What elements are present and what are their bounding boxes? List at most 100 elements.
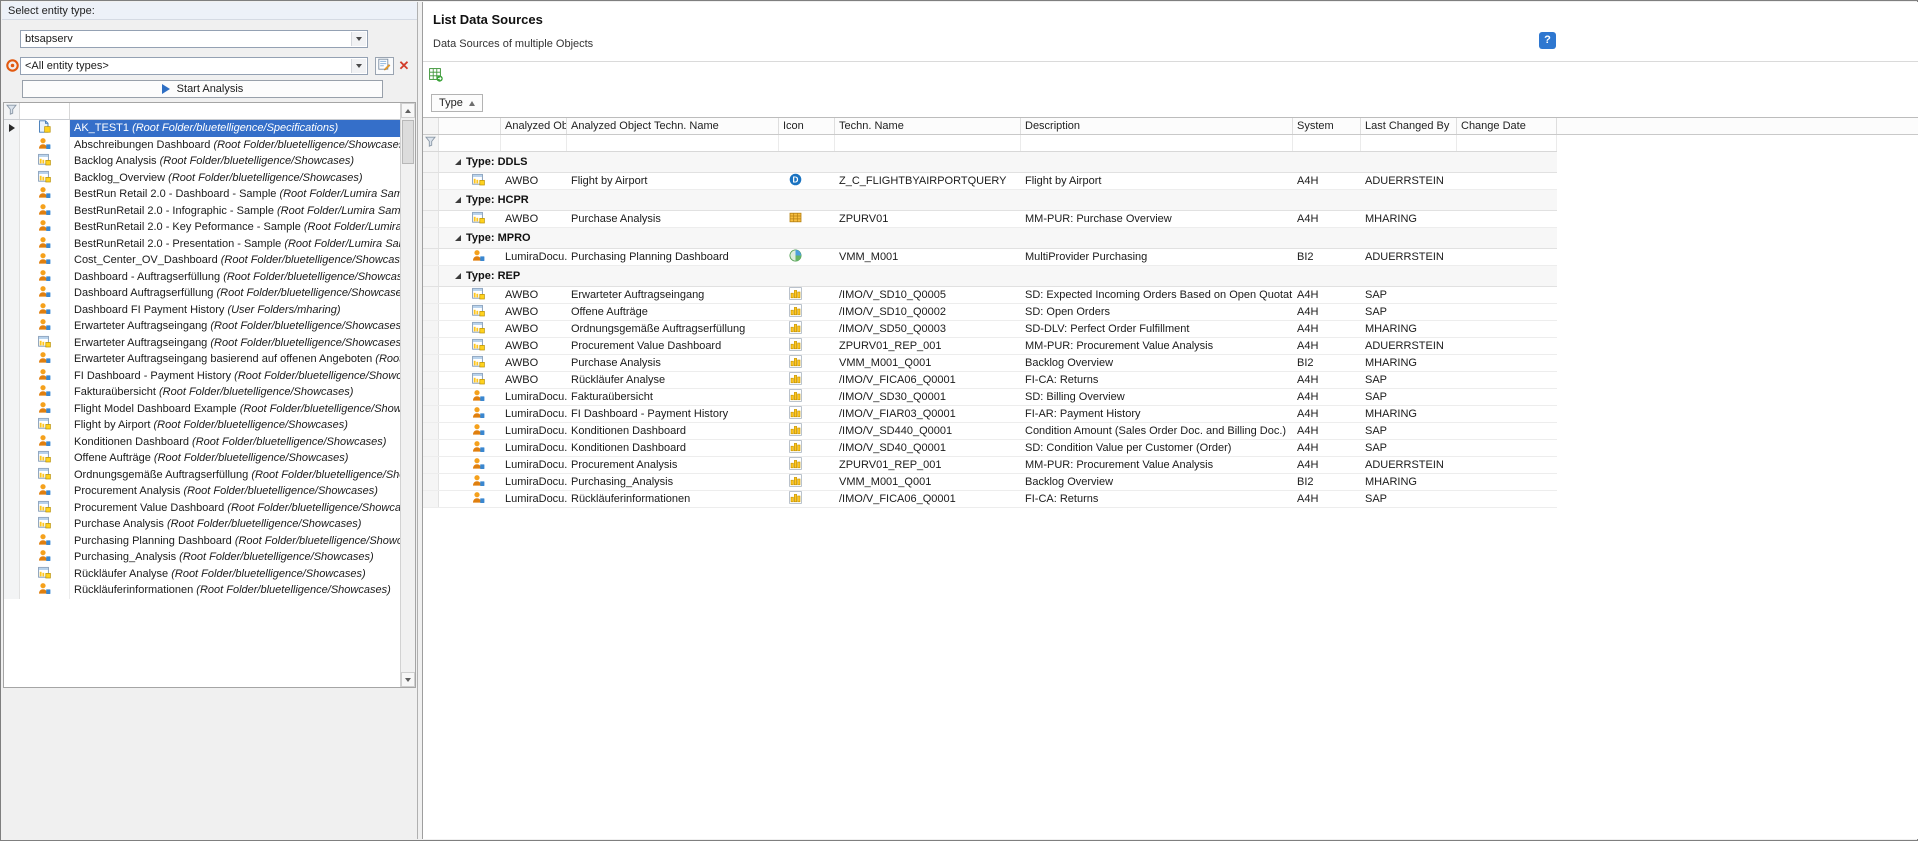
filter-cell[interactable] (1293, 135, 1361, 151)
group-row[interactable]: Type: HCPR (423, 190, 1557, 211)
entity-list-item[interactable]: BestRun Retail 2.0 - Dashboard - Sample … (4, 186, 400, 203)
column-header-analyzed-object-techn-name[interactable]: Analyzed Object Techn. Name (567, 118, 779, 134)
table-row[interactable]: AWBOPurchase AnalysisZPURV01MM-PUR: Purc… (423, 211, 1557, 228)
chevron-down-icon[interactable] (351, 59, 366, 73)
row-indicator-cell (4, 285, 20, 302)
filter-cell[interactable] (1457, 135, 1557, 151)
entity-list-item[interactable]: Dashboard FI Payment History (User Folde… (4, 302, 400, 319)
entity-list-item[interactable]: AK_TEST1 (Root Folder/bluetelligence/Spe… (4, 120, 400, 137)
cell-type-icon (779, 491, 835, 507)
entity-list-item[interactable]: Fakturaübersicht (Root Folder/bluetellig… (4, 384, 400, 401)
group-by-type-chip[interactable]: Type (431, 94, 483, 112)
filter-cell[interactable] (501, 135, 567, 151)
chevron-down-icon[interactable] (351, 32, 366, 46)
system-combo[interactable]: btsapserv (20, 30, 368, 48)
cell-last-changed-by: SAP (1361, 491, 1457, 507)
entity-list-item[interactable]: BestRunRetail 2.0 - Key Peformance - Sam… (4, 219, 400, 236)
entity-path: (Root Folder/bluetelligence/Showcases) (210, 320, 400, 332)
filter-cell[interactable] (1021, 135, 1293, 151)
filter-cell[interactable] (779, 135, 835, 151)
entity-list-item[interactable]: Erwarteter Auftragseingang (Root Folder/… (4, 335, 400, 352)
export-excel-icon[interactable] (429, 68, 445, 84)
column-header-techn-name[interactable]: Techn. Name (835, 118, 1021, 134)
object-icon-cell (20, 285, 70, 302)
column-header-last-changed-by[interactable]: Last Changed By (1361, 118, 1457, 134)
entity-list-item[interactable]: Procurement Analysis (Root Folder/bluete… (4, 483, 400, 500)
table-row[interactable]: AWBOProcurement Value DashboardZPURV01_R… (423, 338, 1557, 355)
table-row[interactable]: LumiraDocu...Konditionen Dashboard/IMO/V… (423, 440, 1557, 457)
entity-list-item[interactable]: Purchasing_Analysis (Root Folder/bluetel… (4, 549, 400, 566)
entity-type-combo[interactable]: <All entity types> (20, 57, 368, 75)
scroll-up-button[interactable] (401, 103, 415, 118)
table-row[interactable]: LumiraDocu...Konditionen Dashboard/IMO/V… (423, 423, 1557, 440)
entity-list-item[interactable]: BestRunRetail 2.0 - Presentation - Sampl… (4, 236, 400, 253)
entity-list-item[interactable]: BestRunRetail 2.0 - Infographic - Sample… (4, 203, 400, 220)
column-header-description[interactable]: Description (1021, 118, 1293, 134)
entity-list-item[interactable]: Ordnungsgemäße Auftragserfüllung (Root F… (4, 467, 400, 484)
column-header-icon[interactable]: Icon (779, 118, 835, 134)
column-header-change-date[interactable]: Change Date (1457, 118, 1557, 134)
vertical-scrollbar[interactable] (400, 103, 415, 687)
entity-list-item[interactable]: Erwarteter Auftragseingang (Root Folder/… (4, 318, 400, 335)
column-header-analyzed-ob[interactable]: Analyzed Ob... (501, 118, 567, 134)
row-indicator-cell (423, 372, 439, 388)
row-indicator-cell (4, 533, 20, 550)
entity-list-item[interactable]: Flight Model Dashboard Example (Root Fol… (4, 401, 400, 418)
entity-list-item[interactable]: Abschreibungen Dashboard (Root Folder/bl… (4, 137, 400, 154)
column-header-system[interactable]: System (1293, 118, 1361, 134)
scroll-thumb[interactable] (402, 120, 414, 164)
table-row[interactable]: LumiraDocu...FI Dashboard - Payment Hist… (423, 406, 1557, 423)
table-row[interactable]: AWBORückläufer Analyse/IMO/V_FICA06_Q000… (423, 372, 1557, 389)
entity-list-item[interactable]: Backlog Analysis (Root Folder/bluetellig… (4, 153, 400, 170)
entity-list-item[interactable]: Dashboard - Auftragserfüllung (Root Fold… (4, 269, 400, 286)
table-row[interactable]: LumiraDocu...Fakturaübersicht/IMO/V_SD30… (423, 389, 1557, 406)
lumira-document-icon (472, 389, 485, 405)
group-content: Type: HCPR (439, 194, 529, 206)
entity-list-item[interactable]: Rückläufer Analyse (Root Folder/bluetell… (4, 566, 400, 583)
entity-list-item[interactable]: Dashboard Auftragserfüllung (Root Folder… (4, 285, 400, 302)
table-row[interactable]: LumiraDocu...Rückläuferinformationen/IMO… (423, 491, 1557, 508)
entity-list-item[interactable]: Backlog_Overview (Root Folder/bluetellig… (4, 170, 400, 187)
filter-cell[interactable] (567, 135, 779, 151)
entity-list-item[interactable]: Rückläuferinformationen (Root Folder/blu… (4, 582, 400, 599)
entity-list-item[interactable]: Offene Aufträge (Root Folder/bluetellige… (4, 450, 400, 467)
table-row[interactable]: AWBOFlight by AirportDZ_C_FLIGHTBYAIRPOR… (423, 173, 1557, 190)
entity-list-item[interactable]: Purchasing Planning Dashboard (Root Fold… (4, 533, 400, 550)
clear-entity-types-button[interactable]: ✕ (396, 57, 412, 75)
filter-cell[interactable] (1361, 135, 1457, 151)
table-row[interactable]: AWBOErwarteter Auftragseingang/IMO/V_SD1… (423, 287, 1557, 304)
table-row[interactable]: AWBOOrdnungsgemäße Auftragserfüllung/IMO… (423, 321, 1557, 338)
table-row[interactable]: AWBOOffene Aufträge/IMO/V_SD10_Q0002SD: … (423, 304, 1557, 321)
group-row[interactable]: Type: MPRO (423, 228, 1557, 249)
edit-entity-types-button[interactable] (375, 57, 394, 75)
table-row[interactable]: LumiraDocu...Purchasing_AnalysisVMM_M001… (423, 474, 1557, 491)
column-header-blank[interactable] (439, 118, 501, 134)
entity-list-item[interactable]: Konditionen Dashboard (Root Folder/bluet… (4, 434, 400, 451)
entity-list-item[interactable]: FI Dashboard - Payment History (Root Fol… (4, 368, 400, 385)
entity-list-item[interactable]: Procurement Value Dashboard (Root Folder… (4, 500, 400, 517)
entity-list-item[interactable]: Erwarteter Auftragseingang basierend auf… (4, 351, 400, 368)
row-indicator-cell (4, 137, 20, 154)
collapse-icon (455, 273, 461, 279)
group-row[interactable]: Type: REP (423, 266, 1557, 287)
query-icon (789, 474, 802, 490)
table-row[interactable]: LumiraDocu...Purchasing Planning Dashboa… (423, 249, 1557, 266)
row-indicator-cell (423, 406, 439, 422)
object-icon-cell (455, 474, 501, 490)
row-indicator-cell (4, 186, 20, 203)
help-button[interactable]: ? (1539, 32, 1556, 49)
group-row[interactable]: Type: DDLS (423, 152, 1557, 173)
filter-cell[interactable] (439, 135, 501, 151)
filter-cell[interactable] (20, 103, 70, 119)
scroll-down-button[interactable] (401, 672, 415, 687)
entity-list-item[interactable]: Purchase Analysis (Root Folder/bluetelli… (4, 516, 400, 533)
entity-list-item[interactable]: Cost_Center_OV_Dashboard (Root Folder/bl… (4, 252, 400, 269)
cell-type-icon (779, 249, 835, 265)
filter-cell[interactable] (835, 135, 1021, 151)
filter-cell[interactable] (70, 103, 400, 119)
cell-description: Backlog Overview (1021, 474, 1293, 490)
table-row[interactable]: LumiraDocu...Procurement AnalysisZPURV01… (423, 457, 1557, 474)
entity-list-item[interactable]: Flight by Airport (Root Folder/bluetelli… (4, 417, 400, 434)
table-row[interactable]: AWBOPurchase AnalysisVMM_M001_Q001Backlo… (423, 355, 1557, 372)
start-analysis-button[interactable]: Start Analysis (22, 80, 383, 98)
